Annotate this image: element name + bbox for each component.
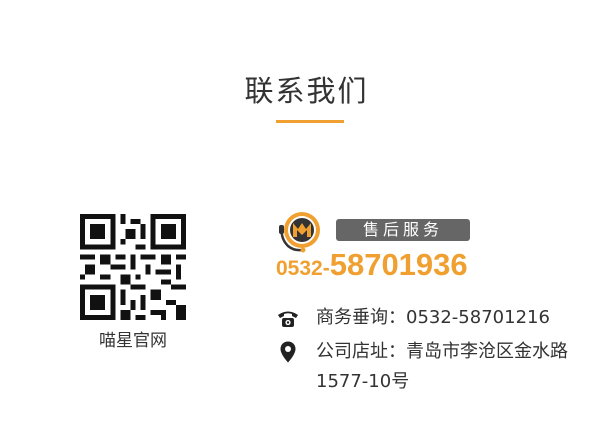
hotline-area-code: 0532- <box>276 257 330 280</box>
qr-code <box>80 214 186 320</box>
map-pin-icon <box>280 341 296 363</box>
hotline-number[interactable]: 0532-58701936 <box>276 247 468 283</box>
store-address-line1: 青岛市李沧区金水路 <box>406 341 568 362</box>
qr-caption: 喵星官网 <box>99 331 167 351</box>
store-address-line2: 1577-10号 <box>316 371 410 392</box>
business-inquiry: 商务垂询：0532-58701216 <box>316 302 550 334</box>
store-address-label: 公司店址： <box>316 341 406 362</box>
business-inquiry-number[interactable]: 0532-58701216 <box>406 307 550 328</box>
title-underline <box>276 120 344 123</box>
section-title: 联系我们 <box>244 74 369 108</box>
business-inquiry-label: 商务垂询： <box>316 307 406 328</box>
hotline-main-number: 58701936 <box>329 247 468 282</box>
after-sales-badge: 售后服务 <box>336 219 470 241</box>
telephone-icon <box>278 311 298 327</box>
store-address: 公司店址：青岛市李沧区金水路 <box>316 336 568 368</box>
